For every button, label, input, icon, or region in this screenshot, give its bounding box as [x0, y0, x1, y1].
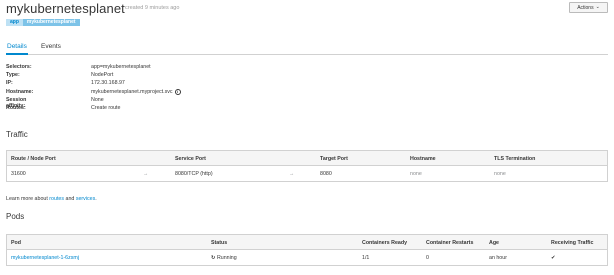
traffic-table-header: Route / Node Port Service Port Target Po…: [7, 151, 607, 166]
routes-link[interactable]: routes: [49, 196, 64, 202]
detail-key: Hostname:: [6, 88, 34, 95]
detail-key: Selectors:: [6, 64, 32, 70]
route-node-port: 31600: [11, 171, 26, 177]
table-row: mykubernetesplanet-1-6zsmj ↻ Running 1/1…: [7, 250, 607, 265]
pod-link[interactable]: mykubernetesplanet-1-6zsmj: [11, 255, 79, 261]
detail-value-hostname: mykubernetesplanet.myproject.svc i: [91, 89, 181, 96]
pod-age: an hour: [489, 255, 507, 261]
hostname-value: none: [410, 171, 422, 177]
column-header-receiving-traffic: Receiving Traffic: [551, 240, 594, 246]
detail-key: Routes:: [6, 104, 26, 111]
chevron-down-icon: ⌄: [595, 4, 600, 10]
detail-key: Type:: [6, 72, 20, 79]
learn-more-and: and: [64, 196, 76, 202]
column-header-containers-ready: Containers Ready: [362, 240, 408, 246]
detail-value: NodePort: [91, 72, 114, 79]
column-header-status: Status: [211, 240, 228, 246]
column-header-route: Route / Node Port: [11, 156, 56, 162]
actions-label: Actions: [577, 4, 594, 11]
column-header-tls: TLS Termination: [494, 156, 536, 162]
column-header-service-port: Service Port: [175, 156, 206, 162]
pod-status: ↻ Running: [211, 255, 237, 261]
pod-status-text: Running: [216, 255, 237, 261]
pods-heading: Pods: [6, 212, 25, 221]
tab-bar: Details Events: [6, 40, 608, 55]
detail-value: None: [91, 96, 104, 103]
label-value[interactable]: mykubernetesplanet: [22, 19, 80, 26]
traffic-table: Route / Node Port Service Port Target Po…: [6, 150, 608, 182]
tab-details[interactable]: Details: [6, 43, 28, 55]
created-timestamp: created 9 minutes ago: [125, 5, 180, 11]
info-icon[interactable]: i: [174, 89, 181, 96]
label-key[interactable]: app: [6, 19, 23, 26]
service-labels: app mykubernetesplanet: [6, 19, 80, 26]
arrow-right-icon: →: [143, 171, 149, 177]
learn-more-text: Learn more about routes and services.: [6, 196, 97, 202]
containers-ready: 1/1: [362, 255, 370, 261]
tls-value: none: [494, 171, 506, 177]
learn-more-suffix: .: [95, 196, 97, 202]
actions-dropdown-button[interactable]: Actions ⌄: [569, 2, 608, 13]
column-header-target-port: Target Port: [320, 156, 348, 162]
service-port: 8080/TCP (http): [175, 171, 213, 177]
detail-value: 172.30.168.97: [91, 80, 125, 87]
table-row: 31600 → 8080/TCP (http) → 8080 none none: [7, 166, 607, 181]
page-header: mykubernetesplanet created 9 minutes ago…: [6, 0, 608, 16]
page-title: mykubernetesplanet: [6, 1, 125, 16]
arrow-right-icon: →: [289, 171, 295, 177]
column-header-pod: Pod: [11, 240, 22, 246]
create-route-link[interactable]: Create route: [91, 105, 120, 111]
hostname-text: mykubernetesplanet.myproject.svc: [91, 88, 173, 95]
container-restarts: 0: [426, 255, 429, 261]
column-header-hostname: Hostname: [410, 156, 436, 162]
detail-value: app=mykubernetesplanet: [91, 64, 151, 70]
detail-key: IP:: [6, 80, 13, 87]
pods-table-header: Pod Status Containers Ready Container Re…: [7, 235, 607, 250]
tab-events[interactable]: Events: [41, 43, 61, 55]
column-header-age: Age: [489, 240, 500, 246]
checkmark-icon: ✔: [551, 255, 556, 261]
sync-icon: ↻: [211, 255, 216, 261]
pods-table: Pod Status Containers Ready Container Re…: [6, 234, 608, 266]
target-port: 8080: [320, 171, 332, 177]
learn-more-prefix: Learn more about: [6, 196, 50, 202]
traffic-heading: Traffic: [6, 130, 28, 139]
services-link[interactable]: services: [76, 196, 95, 202]
column-header-container-restarts: Container Restarts: [426, 240, 474, 246]
